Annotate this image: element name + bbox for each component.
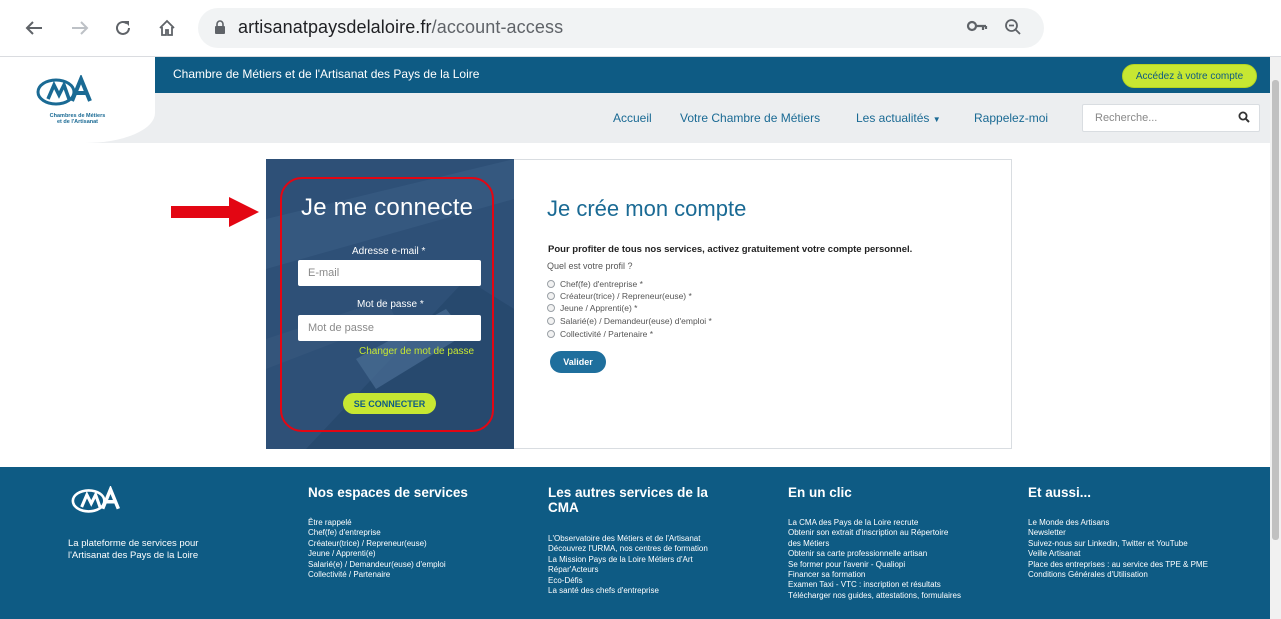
nav-votre-chambre[interactable]: Votre Chambre de Métiers bbox=[680, 111, 820, 125]
footer-link[interactable]: Place des entreprises : au service des T… bbox=[1028, 560, 1213, 570]
site-topbar: Chambre de Métiers et de l'Artisanat des… bbox=[0, 57, 1270, 93]
footer-link[interactable]: Examen Taxi - VTC : inscription et résul… bbox=[788, 580, 963, 590]
cma-logo[interactable]: Chambres de Métiers et de l'Artisanat bbox=[0, 57, 155, 143]
footer-link[interactable]: La CMA des Pays de la Loire recrute bbox=[788, 518, 963, 528]
org-name: Chambre de Métiers et de l'Artisanat des… bbox=[173, 67, 480, 81]
logo-caption-line-2: et de l'Artisanat bbox=[56, 119, 99, 125]
footer-logo-icon[interactable] bbox=[68, 486, 132, 514]
caret-down-icon: ▼ bbox=[932, 115, 941, 124]
footer-link[interactable]: Salarié(e) / Demandeur(euse) d'emploi bbox=[308, 560, 446, 570]
footer-link[interactable]: La santé des chefs d'entreprise bbox=[548, 586, 718, 596]
nav-actualites[interactable]: Les actualités ▼ bbox=[856, 111, 941, 125]
account-access-button[interactable]: Accédez à votre compte bbox=[1122, 64, 1257, 88]
profile-option[interactable]: Salarié(e) / Demandeur(euse) d'emploi * bbox=[547, 316, 712, 326]
profile-option-label: Créateur(trice) / Repreneur(euse) * bbox=[560, 291, 692, 301]
footer-link[interactable]: Découvrez l'URMA, nos centres de formati… bbox=[548, 544, 718, 554]
profile-option[interactable]: Chef(fe) d'entreprise * bbox=[547, 279, 643, 289]
footer-link[interactable]: Chef(fe) d'entreprise bbox=[308, 528, 446, 538]
footer-col-title: En un clic bbox=[788, 485, 852, 500]
lock-icon bbox=[214, 20, 226, 40]
footer-links-services: Être rappelé Chef(fe) d'entreprise Créat… bbox=[308, 518, 446, 580]
radio-button[interactable] bbox=[547, 292, 555, 300]
footer-col-title: Et aussi... bbox=[1028, 485, 1092, 500]
nav-actualites-label: Les actualités bbox=[856, 111, 930, 125]
footer-link[interactable]: Collectivité / Partenaire bbox=[308, 570, 446, 580]
footer-link[interactable]: L'Observatoire des Métiers et de l'Artis… bbox=[548, 534, 718, 544]
footer-tagline: La plateforme de services pour l'Artisan… bbox=[68, 538, 199, 561]
forward-icon[interactable] bbox=[68, 16, 92, 40]
footer-link[interactable]: Obtenir son extrait d'inscription au Rép… bbox=[788, 528, 963, 549]
url-path: /account-access bbox=[431, 17, 564, 37]
footer-link[interactable]: Jeune / Apprenti(e) bbox=[308, 549, 446, 559]
cma-logo-mark-icon bbox=[36, 75, 92, 106]
footer-link[interactable]: Télécharger nos guides, attestations, fo… bbox=[788, 591, 963, 601]
highlight-frame bbox=[280, 177, 494, 432]
search-icon[interactable] bbox=[1238, 110, 1250, 128]
profile-option[interactable]: Jeune / Apprenti(e) * bbox=[547, 303, 638, 313]
radio-button[interactable] bbox=[547, 330, 555, 338]
footer-links-other-services: L'Observatoire des Métiers et de l'Artis… bbox=[548, 534, 718, 596]
footer-link[interactable]: Conditions Générales d'Utilisation bbox=[1028, 570, 1213, 580]
footer-col-title: Les autres services de la CMA bbox=[548, 485, 708, 515]
footer-link[interactable]: Se former pour l'avenir - Qualiopi bbox=[788, 560, 963, 570]
footer-col-title: Nos espaces de services bbox=[308, 485, 468, 500]
profile-option-label: Jeune / Apprenti(e) * bbox=[560, 303, 638, 313]
footer-link[interactable]: Créateur(trice) / Repreneur(euse) bbox=[308, 539, 446, 549]
profile-option[interactable]: Collectivité / Partenaire * bbox=[547, 329, 653, 339]
home-icon[interactable] bbox=[155, 16, 179, 40]
footer-link[interactable]: Être rappelé bbox=[308, 518, 446, 528]
profile-option[interactable]: Créateur(trice) / Repreneur(euse) * bbox=[547, 291, 692, 301]
url-text: artisanatpaysdelaloire.fr/account-access bbox=[238, 17, 563, 38]
nav-accueil[interactable]: Accueil bbox=[613, 111, 652, 125]
radio-button[interactable] bbox=[547, 317, 555, 325]
radio-button[interactable] bbox=[547, 304, 555, 312]
key-icon[interactable] bbox=[966, 18, 988, 39]
footer-links-quick: La CMA des Pays de la Loire recrute Obte… bbox=[788, 518, 963, 601]
radio-button[interactable] bbox=[547, 280, 555, 288]
profile-option-label: Collectivité / Partenaire * bbox=[560, 329, 654, 339]
reload-icon[interactable] bbox=[111, 16, 135, 40]
back-icon[interactable] bbox=[22, 16, 46, 40]
url-domain: artisanatpaysdelaloire.fr bbox=[238, 17, 432, 37]
scrollbar-thumb[interactable] bbox=[1272, 80, 1279, 540]
footer-links-more: Le Monde des Artisans Newsletter Suivez-… bbox=[1028, 518, 1213, 580]
browser-toolbar: artisanatpaysdelaloire.fr/account-access bbox=[0, 0, 1281, 57]
footer-link[interactable]: Eco-Défis bbox=[548, 576, 718, 586]
footer-link[interactable]: Répar'Acteurs bbox=[548, 565, 718, 575]
address-bar[interactable]: artisanatpaysdelaloire.fr/account-access bbox=[198, 8, 1044, 48]
red-arrow-icon bbox=[171, 197, 259, 227]
footer-link[interactable]: Newsletter bbox=[1028, 528, 1213, 538]
footer-link[interactable]: Financer sa formation bbox=[788, 570, 963, 580]
profile-question: Quel est votre profil ? bbox=[547, 261, 633, 271]
search-placeholder: Recherche... bbox=[1095, 112, 1158, 124]
profile-option-label: Chef(fe) d'entreprise * bbox=[560, 279, 643, 289]
logo-caption: Chambres de Métiers et de l'Artisanat bbox=[0, 113, 155, 125]
footer-link[interactable]: Obtenir sa carte professionnelle artisan bbox=[788, 549, 963, 559]
footer-link[interactable]: La Mission Pays de la Loire Métiers d'Ar… bbox=[548, 555, 718, 565]
signup-intro: Pour profiter de tous nos services, acti… bbox=[548, 244, 913, 255]
validate-button[interactable]: Valider bbox=[550, 351, 606, 373]
footer-link[interactable]: Suivez-nous sur Linkedin, Twitter et You… bbox=[1028, 539, 1213, 549]
footer-link[interactable]: Le Monde des Artisans bbox=[1028, 518, 1213, 528]
zoom-icon[interactable] bbox=[1004, 18, 1022, 41]
profile-option-label: Salarié(e) / Demandeur(euse) d'emploi * bbox=[560, 316, 712, 326]
footer-link[interactable]: Veille Artisanat bbox=[1028, 549, 1213, 559]
nav-rappelez-moi[interactable]: Rappelez-moi bbox=[974, 111, 1048, 125]
signup-title: Je crée mon compte bbox=[547, 196, 747, 221]
